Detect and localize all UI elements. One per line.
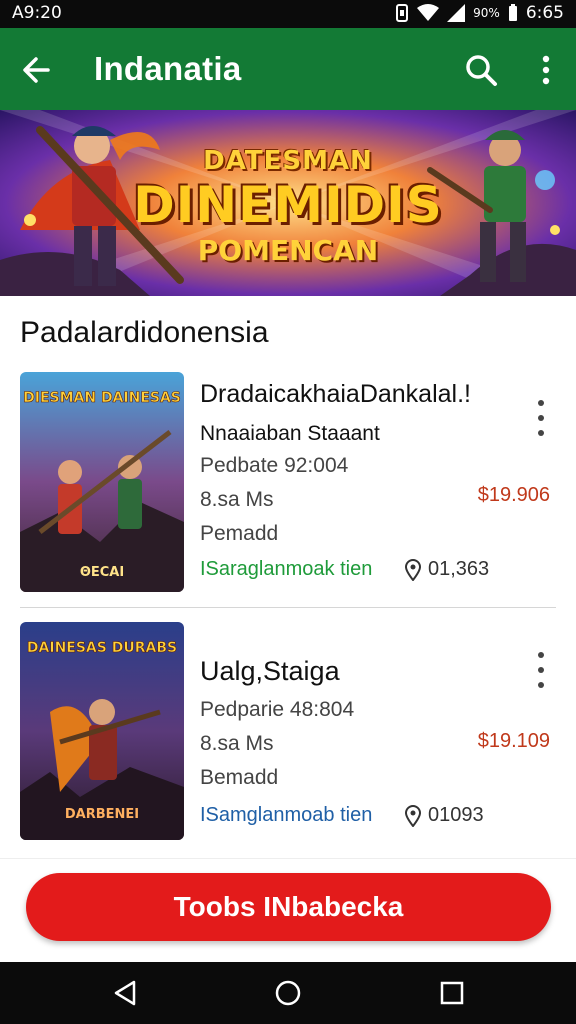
item-artwork: DIESMAN DAINESAS ΘECAI <box>20 372 184 592</box>
promo-banner[interactable]: DATESMAN DINEMIDIS POMENCAN <box>0 110 576 296</box>
item-extra: Pemadd <box>200 522 279 545</box>
system-nav-bar <box>0 962 576 1024</box>
nav-back-icon[interactable] <box>112 979 140 1007</box>
wifi-icon <box>417 4 440 21</box>
item-date: Pedbate 92:004 <box>200 454 349 477</box>
divider <box>20 607 556 608</box>
nav-home-icon[interactable] <box>274 979 302 1007</box>
item-extra: Bemadd <box>200 766 279 789</box>
app-title: Indanatia <box>94 50 242 87</box>
thumb-title: DIESMAN DAINESAS <box>23 390 181 406</box>
arrow-left-icon[interactable] <box>18 52 54 88</box>
status-icons: 90% 6:65 <box>395 3 564 23</box>
status-bar: A9:20 90% 6:65 <box>0 0 576 28</box>
item-rating: 01,363 <box>404 558 489 581</box>
nav-recents-icon[interactable] <box>438 979 466 1007</box>
primary-action-button[interactable]: Toobs INbabecka <box>26 873 551 941</box>
app-bar: Indanatia <box>0 28 576 110</box>
item-subtitle: Nnaaiaban Staaant <box>200 422 380 445</box>
item-tag[interactable]: ISaraglanmoak tien <box>200 558 372 581</box>
item-rating-value: 01,363 <box>428 558 490 580</box>
banner-line-1: DATESMAN <box>203 146 373 176</box>
item-title[interactable]: Ualg,Staiga <box>200 656 340 687</box>
battery-text: 90% <box>473 6 500 20</box>
list-item[interactable]: DIESMAN DAINESAS ΘECAI DradaicakhaiaDank… <box>0 372 576 594</box>
banner-line-3: POMENCAN <box>197 234 379 267</box>
item-date: Pedparie 48:804 <box>200 698 355 721</box>
item-thumbnail[interactable]: DAINESAS DURABS DARBENEI <box>20 622 184 840</box>
banner-line-2: DINEMIDIS <box>133 176 443 234</box>
item-artwork: DAINESAS DURABS DARBENEI <box>20 622 184 840</box>
more-vertical-icon[interactable] <box>536 650 546 690</box>
list-item[interactable]: DAINESAS DURABS DARBENEI Ualg,Staiga Ped… <box>0 622 576 844</box>
item-price: $19.109 <box>477 730 550 752</box>
bottom-action-area: Toobs INbabecka <box>0 858 576 962</box>
signal-icon <box>447 4 466 22</box>
item-size: 8.sa Ms <box>200 732 274 755</box>
more-vertical-icon[interactable] <box>536 398 546 438</box>
status-clock: 6:65 <box>525 3 564 23</box>
thumb-title: DAINESAS DURABS <box>27 640 177 656</box>
item-size: 8.sa Ms <box>200 488 274 511</box>
section-title: Padalardidonensia <box>20 316 269 349</box>
more-vertical-icon[interactable] <box>534 53 558 87</box>
item-title[interactable]: DradaicakhaiaDankalal.! <box>200 380 471 409</box>
thumb-footer: ΘECAI <box>80 565 124 580</box>
item-thumbnail[interactable]: DIESMAN DAINESAS ΘECAI <box>20 372 184 592</box>
location-pin-icon <box>404 804 422 827</box>
sim-icon <box>396 4 409 22</box>
status-time: A9:20 <box>12 3 62 23</box>
battery-icon <box>508 4 517 21</box>
thumb-footer: DARBENEI <box>65 807 139 822</box>
item-rating-value: 01093 <box>428 804 484 826</box>
search-icon[interactable] <box>464 53 498 87</box>
item-tag[interactable]: ISamglanmoab tien <box>200 804 372 827</box>
item-price: $19.906 <box>477 484 550 506</box>
location-pin-icon <box>404 558 422 581</box>
item-rating: 01093 <box>404 804 484 827</box>
